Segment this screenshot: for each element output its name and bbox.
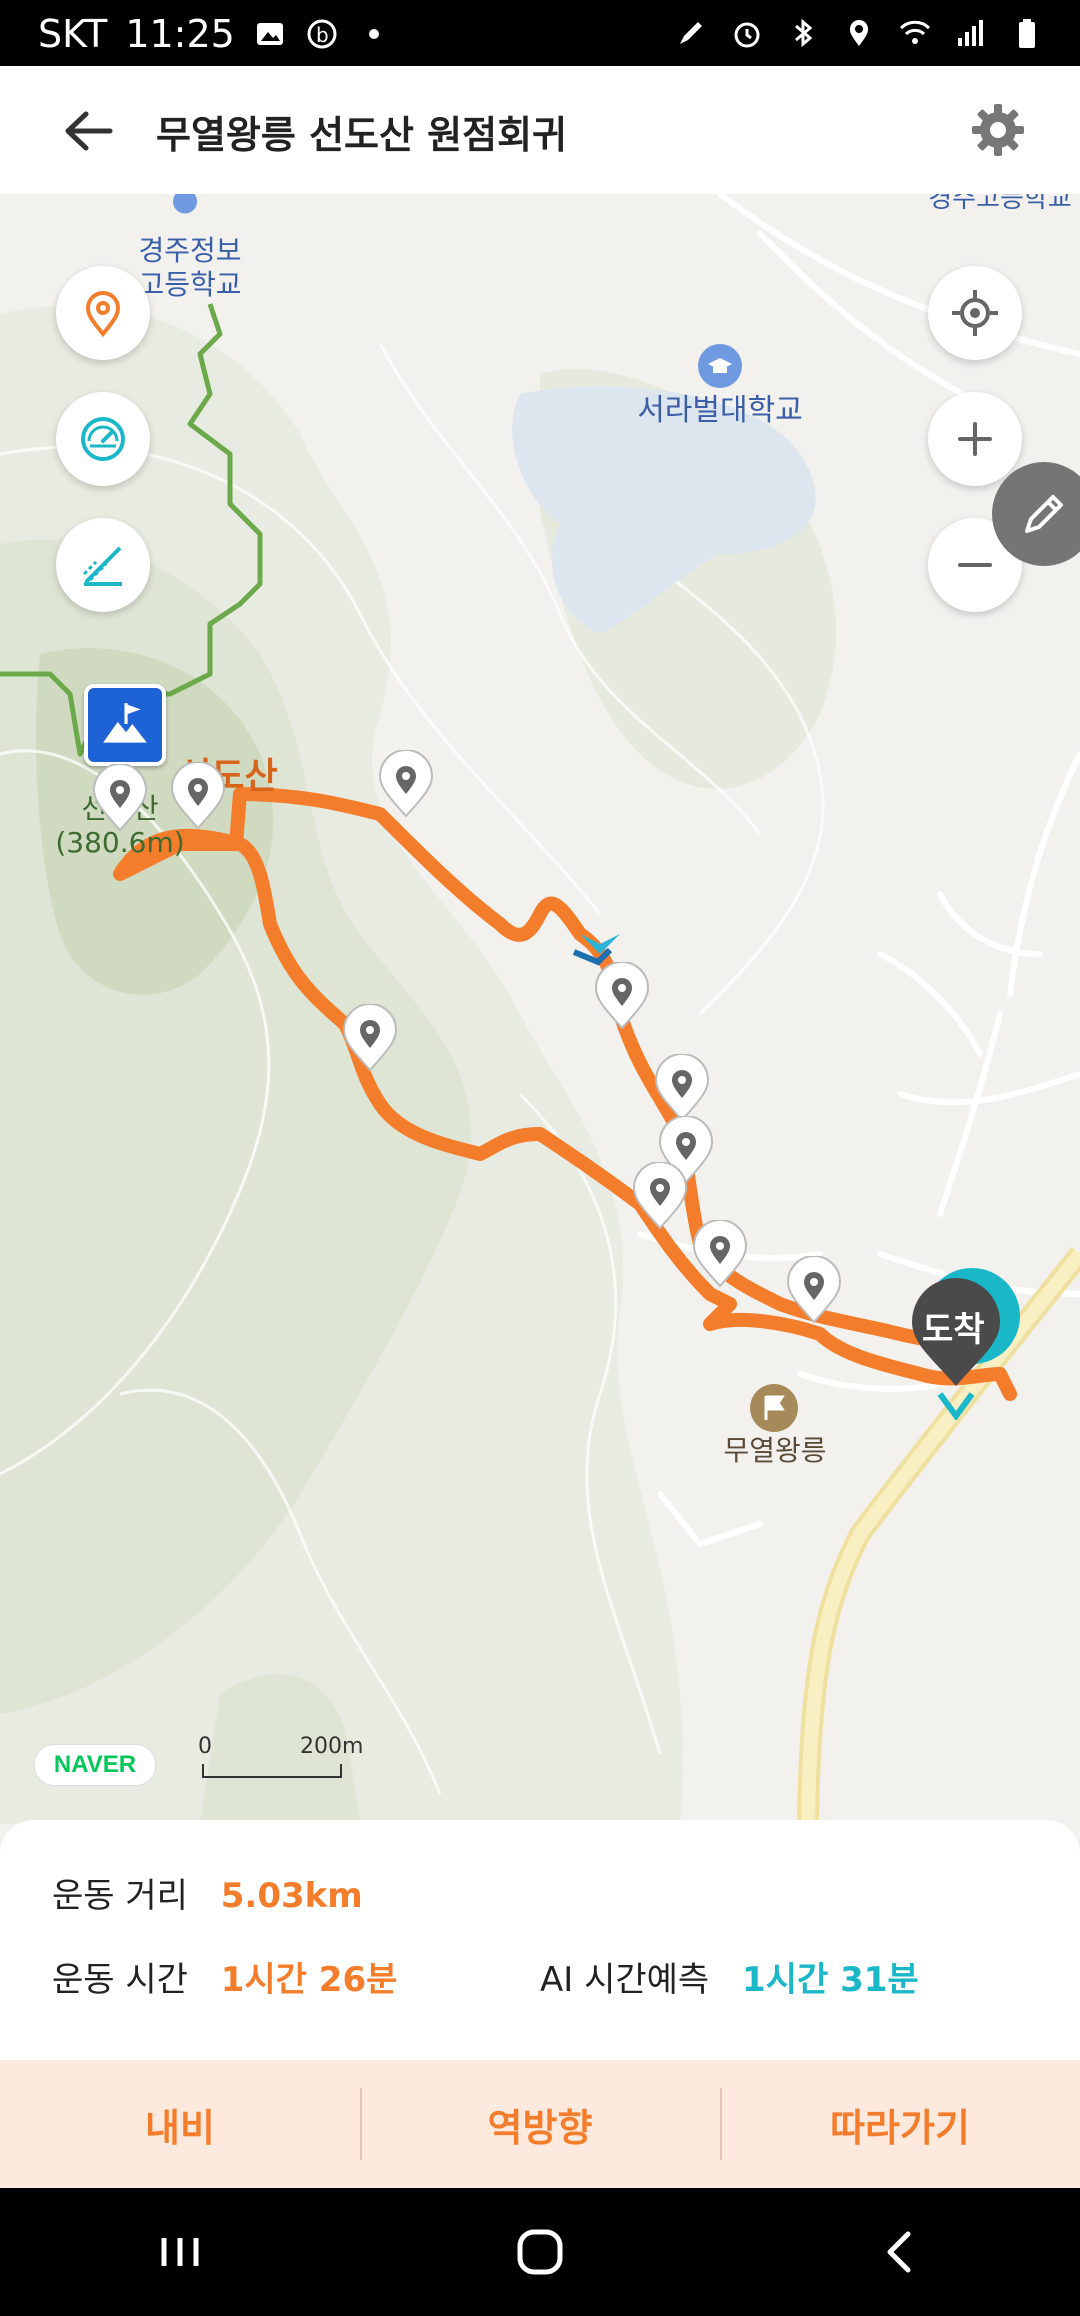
back-arrow-icon[interactable] <box>58 104 118 158</box>
ai-label: AI 시간예측 <box>540 1960 710 2000</box>
waypoint-pin[interactable] <box>784 1256 844 1326</box>
arrival-marker[interactable]: 도착 <box>904 1264 1028 1388</box>
recent-apps-button[interactable] <box>140 2212 220 2292</box>
scale-zero: 0 <box>198 1734 212 1759</box>
clock: 11:25 <box>125 12 235 56</box>
summit-flag-icon <box>103 703 147 743</box>
app-b-icon: b <box>307 19 337 49</box>
time-label: 운동 시간 <box>52 1960 188 2000</box>
time-row: 운동 시간 1시간 26분 <box>52 1952 397 2001</box>
wifi-icon <box>899 20 931 44</box>
pen-icon <box>680 22 702 44</box>
app-header: 무열왕릉 선도산 원점회귀 <box>0 66 1080 194</box>
svg-text:b: b <box>316 23 329 47</box>
university-icon <box>698 344 742 388</box>
university-label: 서라벌대학교 <box>637 393 803 428</box>
follow-button[interactable]: 따라가기 <box>720 2060 1080 2188</box>
pin-tip-icon <box>937 1392 975 1420</box>
arrival-label: 도착 <box>922 1310 985 1350</box>
ai-row: AI 시간예측 1시간 31분 <box>540 1952 919 2001</box>
carrier-label: SKT <box>38 12 108 56</box>
alarm-icon <box>734 22 760 48</box>
distance-label: 운동 거리 <box>52 1876 188 1916</box>
naver-logo: NAVER <box>34 1744 156 1786</box>
waypoint-pin[interactable] <box>376 750 436 820</box>
bluetooth-icon <box>795 18 813 48</box>
elevation-icon <box>82 546 122 586</box>
waypoint-pin[interactable] <box>90 764 150 834</box>
page-title: 무열왕릉 선도산 원점회귀 <box>156 113 568 157</box>
location-icon <box>850 20 868 46</box>
elevation-button[interactable] <box>56 518 150 612</box>
map-view[interactable]: 경주정보 고등학교 경주고등학교 서라벌대학교 선도산 선도산 (380.6m)… <box>0 194 1080 1824</box>
chevron-left-icon <box>887 2231 911 2273</box>
home-button[interactable] <box>500 2212 580 2292</box>
minus-icon <box>958 563 992 567</box>
route-info-panel: 운동 거리 5.03km 운동 시간 1시간 26분 AI 시간예측 1시간 3… <box>0 1820 1080 2060</box>
school-icon <box>173 194 197 214</box>
waypoint-pin[interactable] <box>168 762 228 832</box>
back-button[interactable] <box>860 2212 940 2292</box>
battery-icon <box>1019 19 1035 48</box>
system-nav-bar <box>0 2188 1080 2316</box>
zoom-in-button[interactable] <box>928 392 1022 486</box>
reverse-button[interactable]: 역방향 <box>360 2060 720 2188</box>
start-marker[interactable] <box>84 684 166 766</box>
ai-value: 1시간 31분 <box>742 1960 919 2000</box>
action-bar: 내비 역방향 따라가기 <box>0 2060 1080 2188</box>
dot-icon <box>368 29 379 39</box>
home-icon <box>517 2229 563 2275</box>
speedometer-button[interactable] <box>56 392 150 486</box>
gallery-icon <box>256 23 283 45</box>
map-canvas <box>0 194 1080 1824</box>
distance-value: 5.03km <box>220 1876 363 1916</box>
current-location-button[interactable] <box>928 266 1022 360</box>
gear-icon[interactable] <box>968 100 1028 160</box>
status-bar: SKT 11:25 b <box>0 0 1080 66</box>
location-pin-button[interactable] <box>56 266 150 360</box>
waypoint-pin[interactable] <box>340 1004 400 1074</box>
crosshair-icon <box>952 290 998 336</box>
location-pin-icon <box>85 291 121 338</box>
plus-icon <box>958 422 992 456</box>
waypoint-pin[interactable] <box>690 1220 750 1290</box>
waypoint-pin[interactable] <box>630 1162 690 1232</box>
school-top-label: 경주고등학교 <box>928 194 1072 214</box>
speedometer-icon <box>81 417 125 461</box>
waypoint-pin[interactable] <box>652 1054 712 1124</box>
signal-icon <box>958 20 983 46</box>
pencil-icon <box>1025 495 1063 533</box>
distance-row: 운동 거리 5.03km <box>52 1868 363 1917</box>
tomb-flag-icon <box>750 1384 798 1432</box>
time-value: 1시간 26분 <box>220 1960 398 2000</box>
scale-distance: 200m <box>300 1734 364 1759</box>
navi-button[interactable]: 내비 <box>0 2060 360 2188</box>
waypoint-pin[interactable] <box>592 962 652 1032</box>
tomb-label: 무열왕릉 <box>723 1434 827 1467</box>
recent-apps-icon <box>161 2238 199 2266</box>
